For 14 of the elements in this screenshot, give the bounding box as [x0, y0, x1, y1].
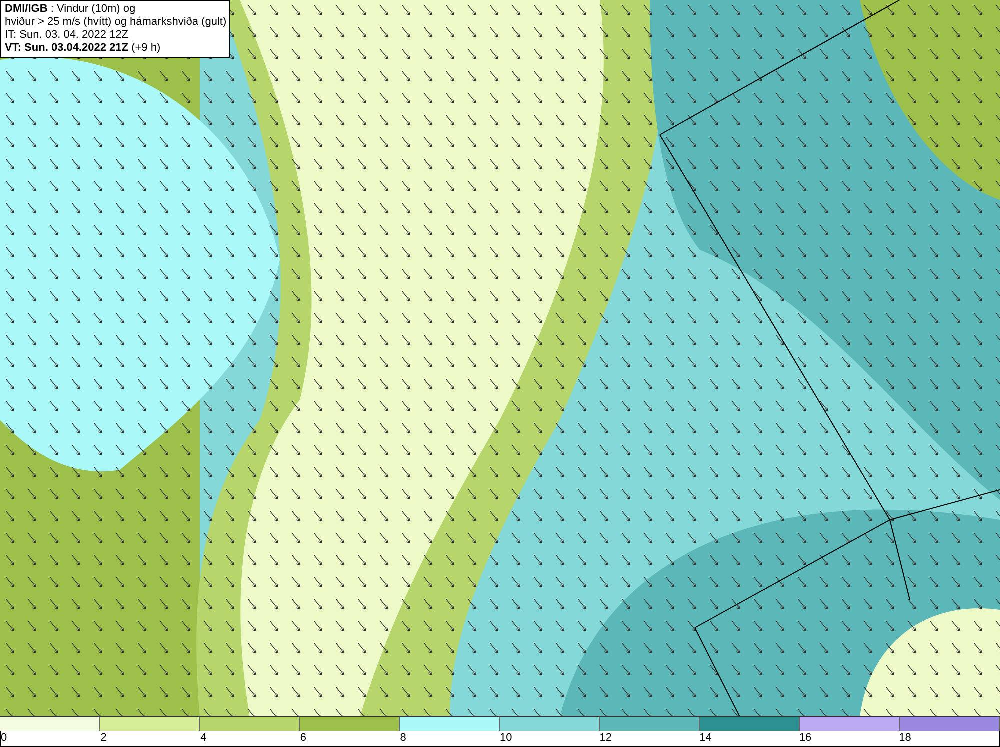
legend-label: 8	[400, 732, 406, 744]
title-text: DMI/IGB : Vindur (10m) og	[5, 3, 136, 15]
legend-label: 14	[700, 732, 712, 744]
legend-label: 12	[600, 732, 612, 744]
legend-label: 16	[799, 732, 812, 744]
legend-label: 4	[200, 732, 207, 744]
legend-label: 2	[100, 732, 107, 744]
legend-label: 10	[500, 732, 512, 744]
title-text: VT: Sun. 03.04.2022 21Z (+9 h)	[5, 42, 161, 54]
legend-label: 0	[1, 732, 8, 744]
legend-label: 6	[300, 732, 307, 744]
title-text: IT: Sun. 03. 04. 2022 12Z	[5, 29, 129, 41]
legend-label: 18	[899, 732, 912, 744]
title-text: hviður > 25 m/s (hvítt) og hámarkshviða (gult)	[5, 16, 227, 28]
